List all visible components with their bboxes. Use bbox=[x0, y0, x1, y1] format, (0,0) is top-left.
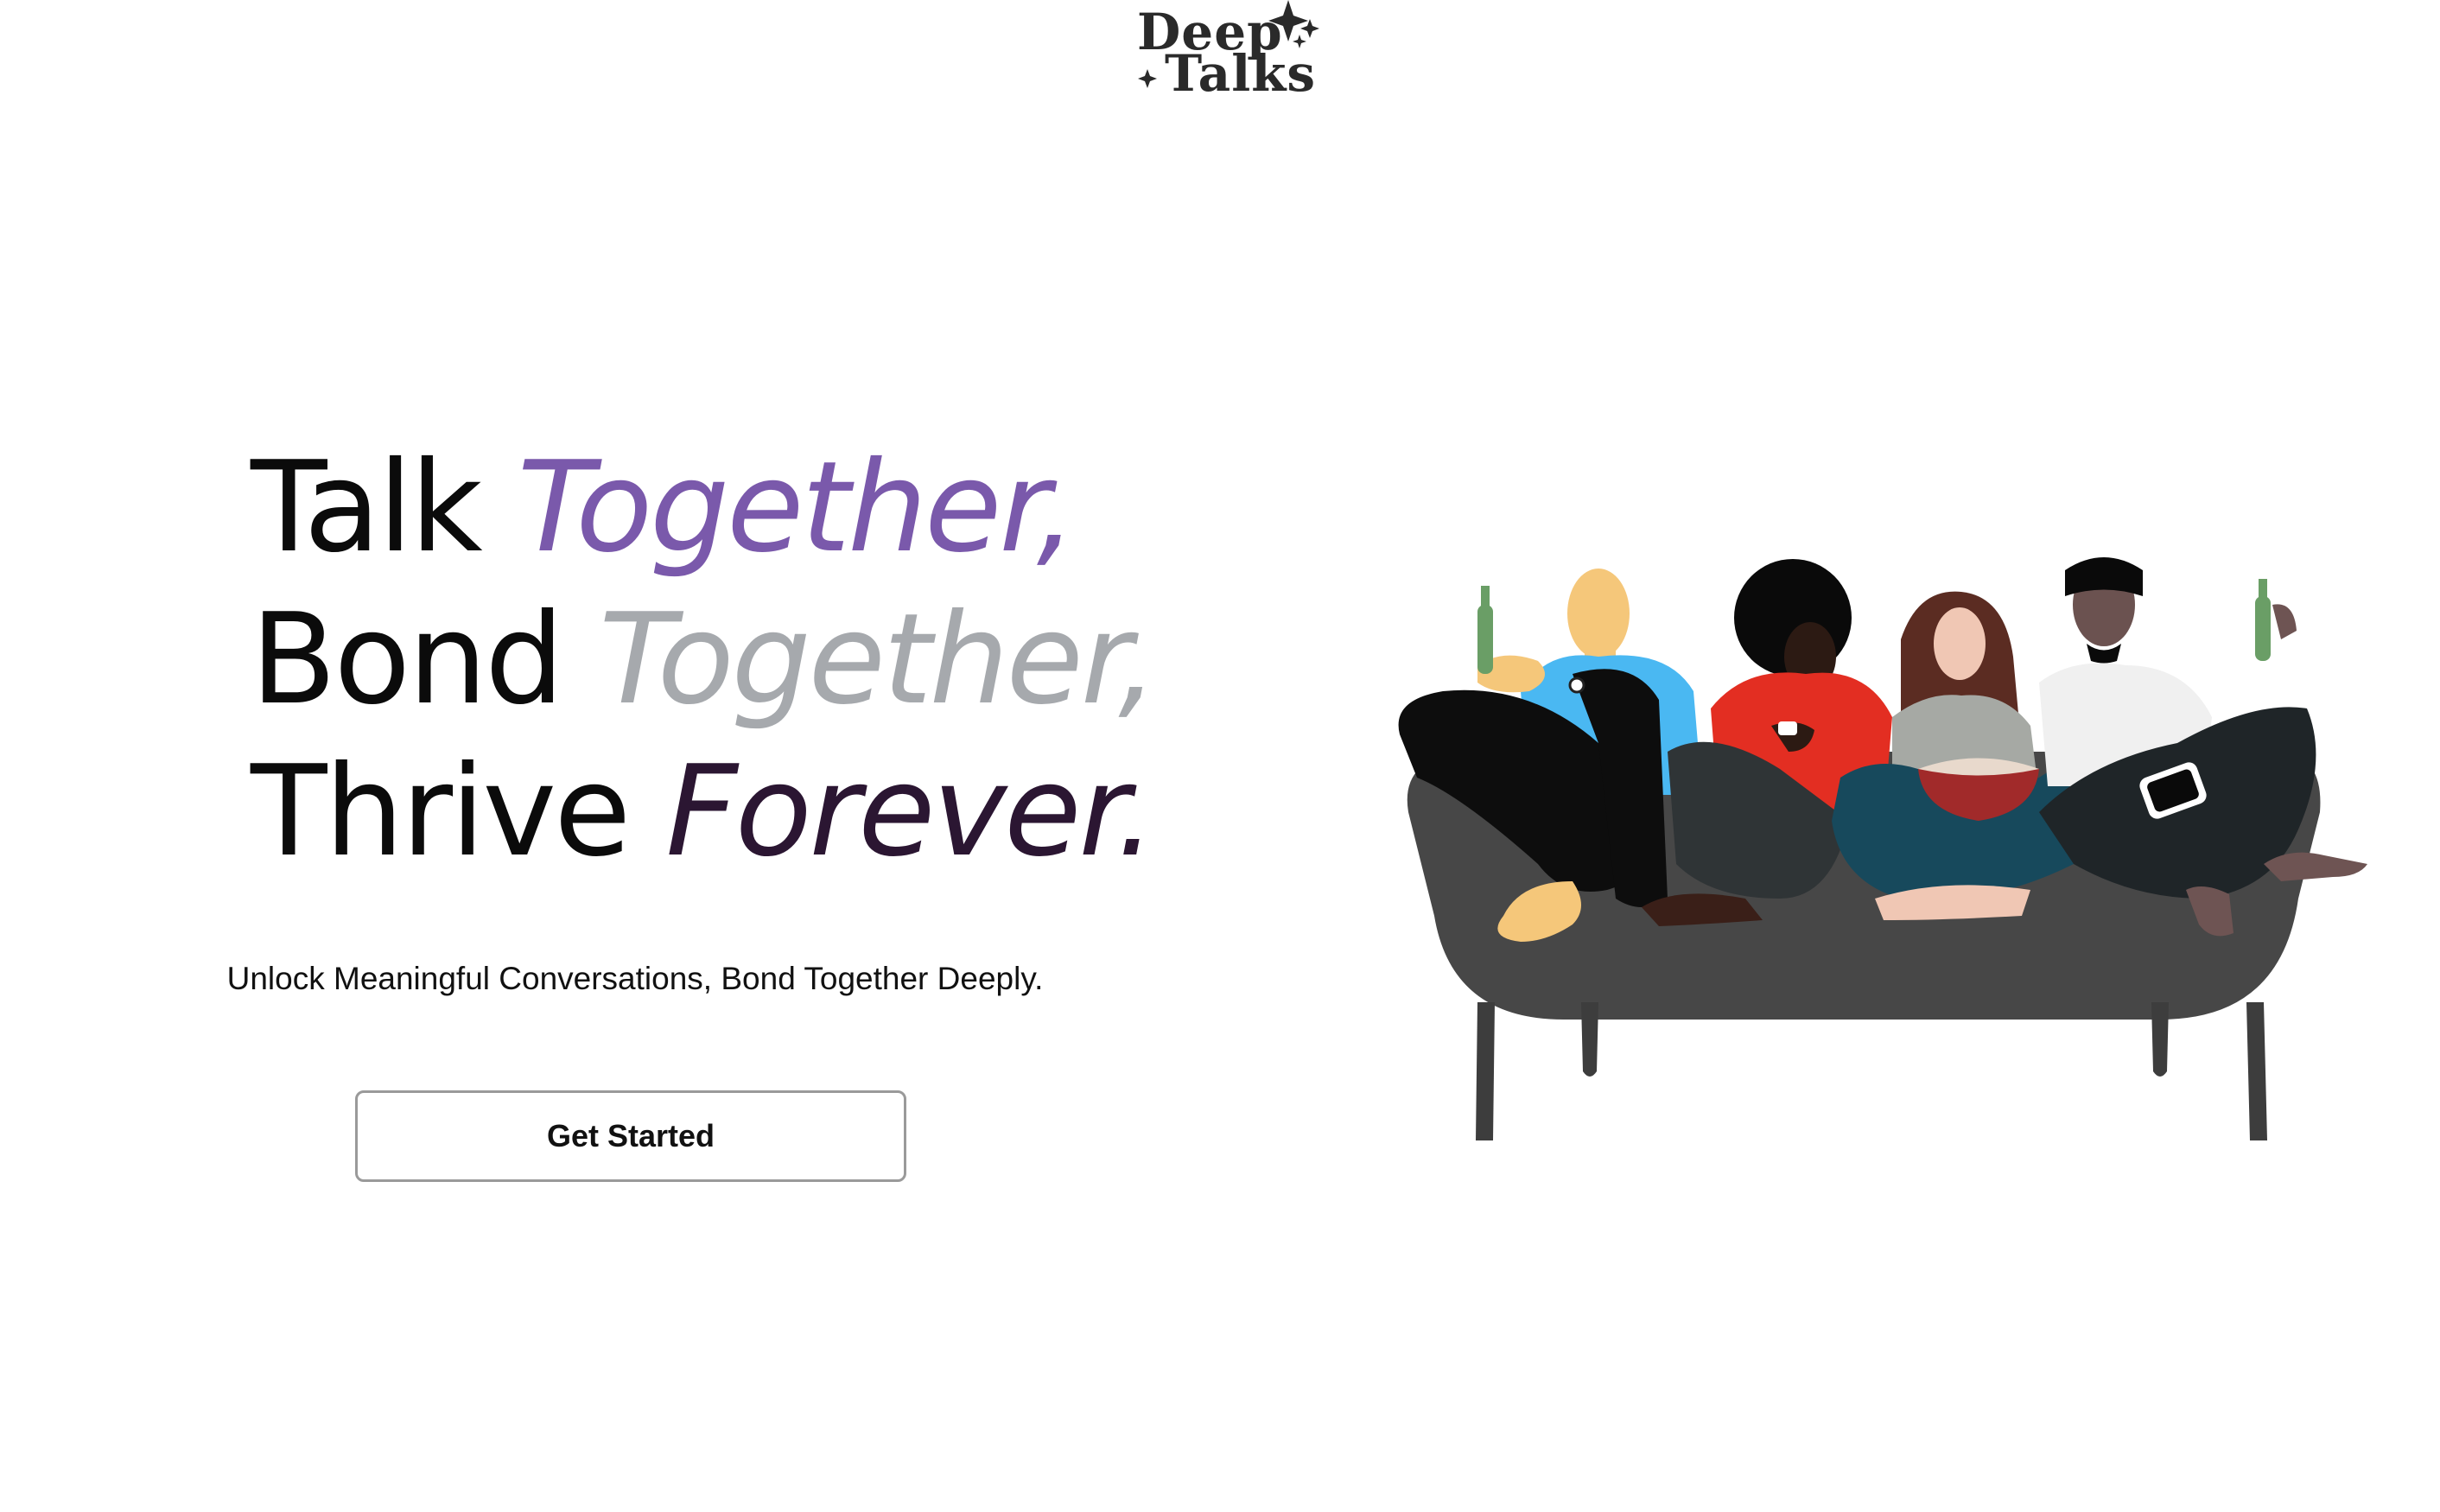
sparkle-icon bbox=[1138, 0, 1319, 88]
headline-accent-forever: Forever. bbox=[665, 739, 1155, 885]
hero-headline: Talk Together, Bond Together, Thrive For… bbox=[251, 432, 1287, 888]
headline-line-2: Bond Together, bbox=[251, 584, 1287, 736]
headline-accent-together-2: Together, bbox=[599, 587, 1158, 733]
headline-accent-together-1: Together, bbox=[517, 435, 1077, 581]
headline-word-talk: Talk bbox=[251, 435, 518, 581]
site-logo[interactable]: Deep Talks bbox=[1128, 0, 1329, 111]
headline-line-1: Talk Together, bbox=[251, 432, 1287, 584]
hero-subtitle: Unlock Meaningful Conversations, Bond To… bbox=[226, 961, 1044, 996]
friends-on-couch-illustration bbox=[1398, 557, 2367, 1140]
get-started-button[interactable]: Get Started bbox=[355, 1090, 906, 1182]
headline-word-bond: Bond bbox=[251, 587, 600, 733]
headline-word-thrive: Thrive bbox=[251, 739, 666, 885]
headline-line-3: Thrive Forever. bbox=[251, 736, 1287, 888]
